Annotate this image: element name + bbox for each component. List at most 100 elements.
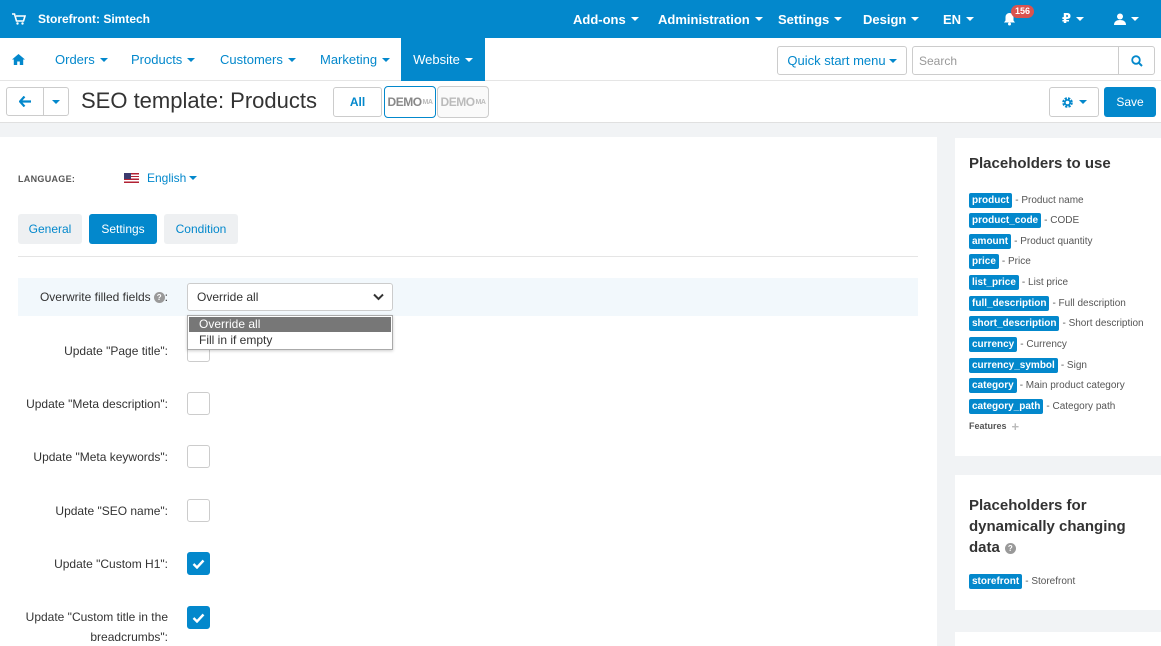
option-override-all[interactable]: Override all xyxy=(189,317,391,332)
placeholder-tag[interactable]: full_description xyxy=(969,295,1050,311)
field-label-meta-description: Update "Meta description": xyxy=(26,397,168,411)
help-icon[interactable]: ? xyxy=(153,292,165,304)
placeholder-desc: - Full description xyxy=(1052,297,1126,309)
caret-down-icon xyxy=(1131,17,1139,21)
tab-settings[interactable]: Settings xyxy=(89,214,157,244)
search-input[interactable] xyxy=(912,46,1119,75)
caret-down-icon xyxy=(382,57,391,62)
user-icon xyxy=(1114,13,1126,25)
placeholder-row: price - Price xyxy=(969,253,1031,269)
user-menu[interactable] xyxy=(1114,0,1139,38)
storefront-demo-label: DEMO xyxy=(440,95,476,109)
placeholder-row: currency - Currency xyxy=(969,336,1067,352)
placeholder-tag[interactable]: amount xyxy=(969,233,1012,249)
storefront-switcher[interactable]: Storefront: Simtech xyxy=(12,0,150,38)
nav-website-label: Website xyxy=(413,52,460,67)
back-dropdown-button[interactable] xyxy=(43,87,69,116)
placeholder-tag[interactable]: short_description xyxy=(969,315,1060,331)
dynamic-title-line: dynamically changing xyxy=(969,518,1126,535)
field-label-custom-h1: Update "Custom H1": xyxy=(54,557,168,571)
checkmark-icon xyxy=(192,613,205,623)
menu-administration[interactable]: Administration xyxy=(658,0,763,38)
placeholder-row: full_description - Full description xyxy=(969,295,1126,311)
menu-administration-label: Administration xyxy=(658,11,750,27)
placeholder-tag[interactable]: price xyxy=(969,253,999,269)
placeholder-row: short_description - Short description xyxy=(969,315,1144,331)
nav-website[interactable]: Website xyxy=(401,38,485,81)
storefront-demo-button-2[interactable]: DEMO MA xyxy=(437,86,489,118)
back-button[interactable] xyxy=(6,87,44,116)
menu-currency-label: ₽ xyxy=(1062,11,1072,26)
caret-down-icon xyxy=(287,57,296,62)
caret-down-icon xyxy=(888,58,897,63)
save-button[interactable]: Save xyxy=(1104,87,1156,117)
menu-design[interactable]: Design xyxy=(863,0,920,38)
settings-dropdown-button[interactable] xyxy=(1049,87,1099,117)
placeholder-tag[interactable]: storefront xyxy=(969,573,1023,589)
cart-icon xyxy=(12,13,26,25)
quick-start-menu-label: Quick start menu xyxy=(787,53,886,68)
placeholder-row: storefront - Storefront xyxy=(969,573,1075,589)
placeholder-desc: - Price xyxy=(1001,255,1031,267)
menu-addons-label: Add-ons xyxy=(573,11,626,27)
checkbox-custom-h1[interactable] xyxy=(187,552,210,575)
checkbox-meta-keywords[interactable] xyxy=(187,445,210,468)
placeholder-tag[interactable]: list_price xyxy=(969,274,1019,290)
dynamic-title-line: Placeholders for xyxy=(969,497,1087,514)
placeholder-tag[interactable]: currency_symbol xyxy=(969,357,1058,373)
placeholder-desc: - CODE xyxy=(1044,214,1080,226)
placeholder-desc: - Product name xyxy=(1015,194,1084,206)
storefront-all-button[interactable]: All xyxy=(333,87,382,117)
dynamic-placeholders-card: Placeholders for dynamically changing da… xyxy=(955,475,1161,610)
menu-language[interactable]: EN xyxy=(943,0,975,38)
storefront-demo-button-1[interactable]: DEMO MA xyxy=(384,86,436,118)
search-icon xyxy=(1130,54,1143,67)
home-icon xyxy=(12,54,25,65)
overwrite-label: Overwrite filled fields?: xyxy=(39,290,168,304)
top-bar: Storefront: Simtech Add-ons Administrati… xyxy=(0,0,1161,38)
overwrite-select-value: Override all xyxy=(197,290,259,304)
plus-icon: + xyxy=(1011,418,1020,434)
checkbox-seo-name[interactable] xyxy=(187,499,210,522)
menu-currency[interactable]: ₽ xyxy=(1062,0,1085,38)
checkbox-custom-breadcrumbs[interactable] xyxy=(187,606,210,629)
field-label-meta-keywords: Update "Meta keywords": xyxy=(33,450,168,464)
nav-marketing[interactable]: Marketing xyxy=(320,38,391,81)
language-selector[interactable]: English xyxy=(124,171,198,185)
placeholder-desc: - Short description xyxy=(1062,317,1144,329)
features-toggle[interactable]: Features + xyxy=(969,418,1019,434)
storefront-demo-sup: MA xyxy=(422,98,433,106)
placeholder-desc: - Currency xyxy=(1020,338,1067,350)
menu-addons[interactable]: Add-ons xyxy=(573,0,639,38)
placeholder-tag[interactable]: product xyxy=(969,192,1013,208)
placeholder-row: product - Product name xyxy=(969,192,1084,208)
menu-settings[interactable]: Settings xyxy=(778,0,843,38)
help-icon[interactable]: ? xyxy=(1004,542,1016,554)
nav-orders[interactable]: Orders xyxy=(55,38,108,81)
placeholder-desc: - Storefront xyxy=(1025,575,1076,587)
overwrite-label-text: Overwrite filled fields xyxy=(39,290,151,304)
caret-down-icon xyxy=(754,17,763,21)
placeholder-row: list_price - List price xyxy=(969,274,1068,290)
placeholder-tag[interactable]: category xyxy=(969,377,1017,393)
overwrite-select[interactable]: Override all xyxy=(187,283,393,311)
search-button[interactable] xyxy=(1118,46,1155,75)
field-label-seo-name: Update "SEO name": xyxy=(55,504,168,518)
nav-products[interactable]: Products xyxy=(131,38,196,81)
placeholder-row: amount - Product quantity xyxy=(969,233,1092,249)
caret-down-icon xyxy=(1076,17,1085,21)
dynamic-placeholders-title: Placeholders for dynamically changing da… xyxy=(969,495,1126,558)
home-button[interactable] xyxy=(12,38,25,81)
field-label-page-title: Update "Page title": xyxy=(64,344,168,358)
placeholder-tag[interactable]: category_path xyxy=(969,398,1044,414)
placeholder-tag[interactable]: product_code xyxy=(969,212,1042,228)
tab-general[interactable]: General xyxy=(18,214,82,244)
option-fill-in-if-empty[interactable]: Fill in if empty xyxy=(189,333,391,348)
placeholder-tag[interactable]: currency xyxy=(969,336,1018,352)
language-label: LANGUAGE: xyxy=(18,174,76,184)
checkbox-meta-description[interactable] xyxy=(187,392,210,415)
nav-customers[interactable]: Customers xyxy=(220,38,296,81)
tab-condition[interactable]: Condition xyxy=(164,214,238,244)
quick-start-menu-button[interactable]: Quick start menu xyxy=(777,46,907,75)
placeholder-desc: - Main product category xyxy=(1019,379,1125,391)
